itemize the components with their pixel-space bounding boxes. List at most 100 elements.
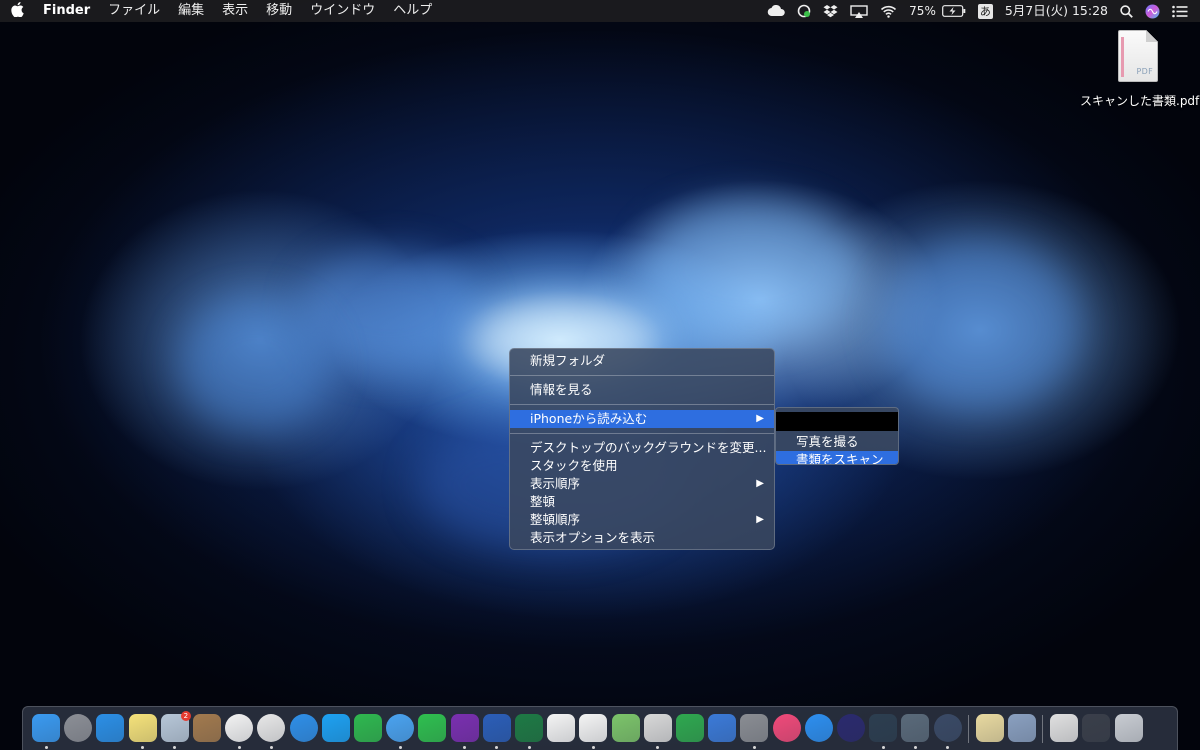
dock-running-indicator [752, 746, 756, 749]
desktop-file-scanned-pdf[interactable]: PDF スキャンした書類.pdf [1080, 30, 1200, 109]
menu-item-change-desktop-background[interactable]: デスクトップのバックグラウンドを変更... [510, 439, 774, 457]
dock-notes-icon[interactable] [128, 714, 157, 742]
dock-running-indicator [881, 746, 885, 749]
desktop-context-menu: 新規フォルダ 情報を見る iPhoneから読み込む ▶ デスクトップのバックグラ… [509, 348, 775, 550]
input-method-icon[interactable]: あ [972, 3, 999, 19]
menu-go[interactable]: 移動 [257, 0, 301, 22]
dock-running-indicator [946, 746, 950, 749]
wifi-icon[interactable] [874, 5, 903, 18]
dock-documents-icon[interactable] [1050, 714, 1079, 742]
dock-finder-icon[interactable] [32, 714, 60, 742]
dock-system-preferences-icon[interactable] [740, 714, 769, 742]
menu-separator [510, 433, 774, 434]
device-name-header-redacted [776, 412, 898, 431]
dock-divider [1042, 715, 1044, 743]
dock-running-indicator [495, 746, 499, 749]
input-method-label: あ [977, 3, 993, 19]
dock-trash-icon[interactable] [1114, 714, 1143, 742]
dock-divider [967, 715, 969, 743]
dock-running-indicator [141, 746, 145, 749]
menu-item-take-photo[interactable]: 写真を撮る [776, 433, 898, 451]
menu-item-scan-documents[interactable]: 書類をスキャン [776, 451, 898, 464]
dock-running-indicator [269, 746, 273, 749]
notification-center-icon[interactable] [1166, 5, 1194, 18]
dock-photos-icon[interactable] [225, 714, 254, 742]
menu-file[interactable]: ファイル [99, 0, 169, 22]
battery-icon[interactable] [941, 5, 972, 17]
dock-screenshot-icon[interactable] [1008, 714, 1036, 742]
dock-word-icon[interactable] [482, 714, 511, 742]
submenu-arrow-icon: ▶ [756, 478, 764, 489]
dock-quicktime-icon[interactable] [933, 714, 962, 742]
dock-downloads-icon[interactable] [1082, 714, 1111, 742]
dock: 2 [22, 706, 1178, 750]
menu-view[interactable]: 表示 [213, 0, 257, 22]
menu-item-sort-by[interactable]: 表示順序 ▶ [510, 475, 774, 493]
submenu-arrow-icon: ▶ [756, 514, 764, 525]
airplay-icon[interactable] [844, 4, 874, 18]
submenu-arrow-icon: ▶ [756, 413, 764, 424]
dock-twitter-icon[interactable] [321, 714, 350, 742]
dock-onenote-icon[interactable] [450, 714, 479, 742]
dock-facetime-icon[interactable] [418, 714, 447, 742]
dock-running-indicator [656, 746, 660, 749]
dock-running-indicator [398, 746, 402, 749]
sync-icon[interactable] [791, 4, 817, 18]
dock-kindle-icon[interactable] [869, 714, 898, 742]
desktop-file-label: スキャンした書類.pdf [1080, 94, 1200, 108]
battery-percentage[interactable]: 75% [903, 0, 942, 22]
import-from-iphone-submenu: 写真を撮る 書類をスキャン [775, 407, 899, 465]
dock-running-indicator [527, 746, 531, 749]
dock-chrome-icon[interactable] [257, 714, 286, 742]
dock-messages-icon[interactable] [386, 714, 415, 742]
menu-item-new-folder[interactable]: 新規フォルダ [510, 352, 774, 370]
dock-running-indicator [173, 746, 177, 749]
dock-calendar-icon[interactable] [547, 714, 576, 742]
menu-item-clean-up-by[interactable]: 整頓順序 ▶ [510, 511, 774, 529]
menu-item-label: iPhoneから読み込む [530, 411, 648, 426]
menu-item-label: 表示順序 [530, 476, 581, 491]
spotlight-search-icon[interactable] [1114, 4, 1139, 18]
dock-preview-icon[interactable] [643, 714, 672, 742]
dock-running-indicator [591, 746, 595, 749]
dock-running-indicator [44, 746, 48, 749]
menu-item-clean-up[interactable]: 整頓 [510, 493, 774, 511]
dock-excel-icon[interactable] [515, 714, 543, 742]
menu-item-get-info[interactable]: 情報を見る [510, 381, 774, 399]
dock-reminders-icon[interactable] [579, 714, 608, 742]
menu-help[interactable]: ヘルプ [384, 0, 441, 22]
menu-clock[interactable]: 5月7日(火) 15:28 [999, 0, 1114, 22]
dock-app-store-icon[interactable] [804, 714, 833, 742]
pdf-file-icon: PDF [1118, 30, 1158, 82]
dock-numbers-icon[interactable] [676, 714, 704, 742]
dock-keynote-icon[interactable] [708, 714, 737, 742]
menu-edit[interactable]: 編集 [169, 0, 213, 22]
menu-bar: Finder ファイル 編集 表示 移動 ウインドウ ヘルプ 75% あ 5月7… [0, 0, 1200, 22]
dock-running-indicator [913, 746, 917, 749]
dropbox-icon[interactable] [817, 4, 844, 18]
dock-contacts-icon[interactable] [193, 714, 221, 742]
dock-icloud-drive-icon[interactable] [96, 714, 125, 742]
dock-image-capture-icon[interactable] [901, 714, 930, 742]
menu-item-use-stacks[interactable]: スタックを使用 [510, 457, 774, 475]
creative-cloud-icon[interactable] [761, 5, 791, 17]
menu-finder[interactable]: Finder [34, 0, 99, 22]
dock-textedit-icon[interactable] [975, 714, 1004, 742]
dock-itunes-icon[interactable] [772, 714, 801, 742]
menu-item-show-view-options[interactable]: 表示オプションを表示 [510, 529, 774, 547]
apple-menu-icon[interactable] [0, 1, 34, 21]
pdf-badge: PDF [1136, 67, 1153, 76]
dock-running-indicator [237, 746, 241, 749]
dock-launchpad-icon[interactable] [64, 714, 93, 742]
dock-siri-icon[interactable] [837, 714, 865, 742]
menu-window[interactable]: ウインドウ [301, 0, 384, 22]
dock-line-icon[interactable] [354, 714, 382, 742]
dock-maps-icon[interactable] [611, 714, 640, 742]
siri-icon[interactable] [1139, 4, 1166, 19]
menu-separator [510, 375, 774, 376]
dock-notification-badge: 2 [180, 711, 191, 721]
dock-safari-icon[interactable] [289, 714, 318, 742]
menu-separator [510, 404, 774, 405]
menu-item-import-from-iphone[interactable]: iPhoneから読み込む ▶ [510, 410, 774, 428]
menu-item-label: 整頓順序 [530, 512, 581, 527]
